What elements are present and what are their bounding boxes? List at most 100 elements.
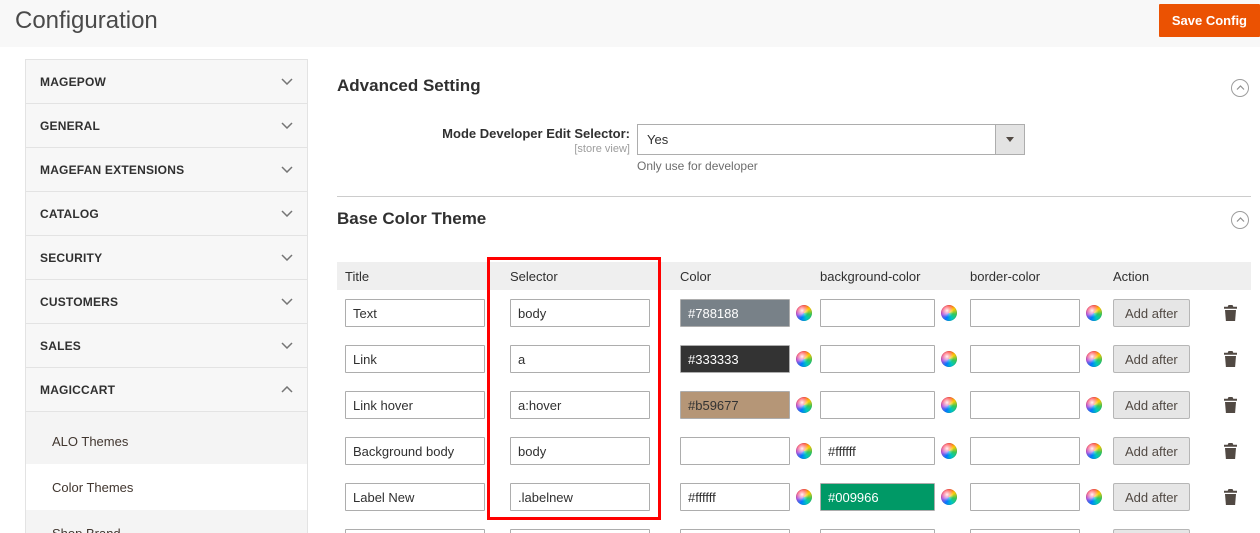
- sidebar-item-catalog[interactable]: CATALOG: [26, 192, 307, 236]
- sidebar-subitem-color-themes[interactable]: Color Themes: [26, 464, 307, 510]
- trash-icon[interactable]: [1221, 303, 1240, 323]
- sidebar-item-label: CUSTOMERS: [40, 295, 118, 309]
- background-color-input[interactable]: [820, 345, 935, 373]
- color-picker-icon[interactable]: [1086, 443, 1102, 459]
- background-color-input[interactable]: [820, 391, 935, 419]
- column-header-background-color: background-color: [812, 269, 962, 284]
- add-after-button[interactable]: Add after: [1113, 483, 1190, 511]
- sidebar-item-security[interactable]: SECURITY: [26, 236, 307, 280]
- color-picker-icon[interactable]: [941, 305, 957, 321]
- border-color-input[interactable]: [970, 529, 1080, 533]
- add-after-button[interactable]: Add after: [1113, 529, 1190, 533]
- color-input[interactable]: [680, 529, 790, 533]
- color-picker-icon[interactable]: [796, 443, 812, 459]
- column-header-border-color: border-color: [962, 269, 1105, 284]
- sidebar-item-general[interactable]: GENERAL: [26, 104, 307, 148]
- table-row: Add after: [337, 382, 1251, 428]
- title-input[interactable]: [345, 437, 485, 465]
- section-divider: [337, 196, 1251, 197]
- table-row: Add after: [337, 474, 1251, 520]
- selector-input[interactable]: [510, 345, 650, 373]
- border-color-input[interactable]: [970, 483, 1080, 511]
- color-input[interactable]: [680, 437, 790, 465]
- sidebar-subitem-shop-brand[interactable]: Shop Brand: [26, 510, 307, 533]
- table-row: Add after: [337, 336, 1251, 382]
- color-picker-icon[interactable]: [1086, 489, 1102, 505]
- color-picker-icon[interactable]: [941, 489, 957, 505]
- background-color-input[interactable]: [820, 437, 935, 465]
- background-color-input[interactable]: [820, 529, 935, 533]
- sidebar-item-label: GENERAL: [40, 119, 100, 133]
- color-picker-icon[interactable]: [941, 397, 957, 413]
- selector-input[interactable]: [510, 529, 650, 533]
- add-after-button[interactable]: Add after: [1113, 391, 1190, 419]
- color-input[interactable]: [680, 483, 790, 511]
- trash-icon[interactable]: [1221, 487, 1240, 507]
- sidebar-item-magefan-extensions[interactable]: MAGEFAN EXTENSIONS: [26, 148, 307, 192]
- color-picker-icon[interactable]: [1086, 351, 1102, 367]
- color-picker-icon[interactable]: [941, 351, 957, 367]
- chevron-up-icon: [281, 386, 293, 393]
- color-picker-icon[interactable]: [796, 305, 812, 321]
- config-sidebar: MAGEPOW GENERAL MAGEFAN EXTENSIONS CATAL…: [25, 59, 308, 533]
- column-header-title: Title: [337, 269, 502, 284]
- trash-icon[interactable]: [1221, 349, 1240, 369]
- collapse-icon[interactable]: [1231, 79, 1249, 97]
- chevron-down-icon: [281, 122, 293, 129]
- color-input[interactable]: [680, 345, 790, 373]
- background-color-input[interactable]: [820, 483, 935, 511]
- mode-developer-select[interactable]: Yes: [637, 124, 1025, 155]
- sidebar-item-label: MAGICCART: [40, 383, 115, 397]
- add-after-button[interactable]: Add after: [1113, 299, 1190, 327]
- sidebar-item-customers[interactable]: CUSTOMERS: [26, 280, 307, 324]
- border-color-input[interactable]: [970, 345, 1080, 373]
- color-picker-icon[interactable]: [1086, 305, 1102, 321]
- selector-input[interactable]: [510, 483, 650, 511]
- trash-icon[interactable]: [1221, 395, 1240, 415]
- border-color-input[interactable]: [970, 437, 1080, 465]
- column-header-action: Action: [1105, 269, 1210, 284]
- save-config-button[interactable]: Save Config: [1159, 4, 1260, 37]
- color-picker-icon[interactable]: [796, 397, 812, 413]
- chevron-down-icon: [281, 298, 293, 305]
- field-label: Mode Developer Edit Selector:: [337, 126, 630, 141]
- add-after-button[interactable]: Add after: [1113, 345, 1190, 373]
- selector-input[interactable]: [510, 391, 650, 419]
- title-input[interactable]: [345, 345, 485, 373]
- table-row-partial: Add after: [337, 520, 1251, 533]
- add-after-button[interactable]: Add after: [1113, 437, 1190, 465]
- color-picker-icon[interactable]: [1086, 397, 1102, 413]
- color-picker-icon[interactable]: [796, 351, 812, 367]
- color-theme-table: Title Selector Color background-color bo…: [337, 262, 1251, 533]
- chevron-down-icon: [281, 78, 293, 85]
- color-input[interactable]: [680, 299, 790, 327]
- sidebar-item-sales[interactable]: SALES: [26, 324, 307, 368]
- border-color-input[interactable]: [970, 391, 1080, 419]
- chevron-down-icon: [281, 254, 293, 261]
- color-picker-icon[interactable]: [796, 489, 812, 505]
- sidebar-item-magiccart[interactable]: MAGICCART: [26, 368, 307, 412]
- color-picker-icon[interactable]: [941, 443, 957, 459]
- select-arrow-icon: [995, 125, 1024, 154]
- sidebar-item-label: MAGEPOW: [40, 75, 106, 89]
- table-row: Add after: [337, 428, 1251, 474]
- title-input[interactable]: [345, 391, 485, 419]
- border-color-input[interactable]: [970, 299, 1080, 327]
- sidebar-item-label: SECURITY: [40, 251, 102, 265]
- trash-icon[interactable]: [1221, 441, 1240, 461]
- sidebar-item-magepow[interactable]: MAGEPOW: [26, 60, 307, 104]
- selector-input[interactable]: [510, 299, 650, 327]
- background-color-input[interactable]: [820, 299, 935, 327]
- configuration-page: Configuration Save Config MAGEPOW GENERA…: [0, 0, 1260, 533]
- selector-input[interactable]: [510, 437, 650, 465]
- field-note: Only use for developer: [637, 159, 758, 173]
- chevron-down-icon: [281, 342, 293, 349]
- sidebar-subitem-alo-themes[interactable]: ALO Themes: [26, 418, 307, 464]
- color-input[interactable]: [680, 391, 790, 419]
- title-input[interactable]: [345, 299, 485, 327]
- collapse-icon[interactable]: [1231, 211, 1249, 229]
- field-label-block: Mode Developer Edit Selector: [store vie…: [337, 126, 630, 155]
- title-input[interactable]: [345, 483, 485, 511]
- title-input[interactable]: [345, 529, 485, 533]
- sidebar-item-label: CATALOG: [40, 207, 99, 221]
